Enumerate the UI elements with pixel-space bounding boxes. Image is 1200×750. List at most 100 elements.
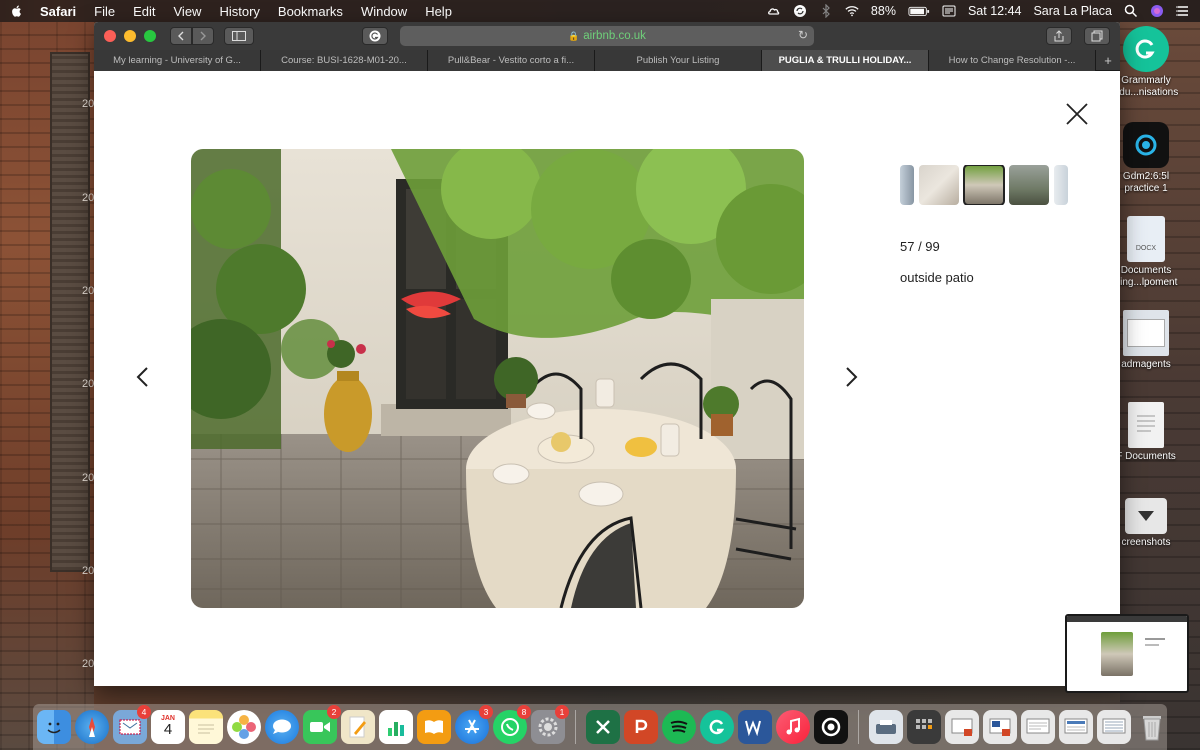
dock-photos[interactable] — [227, 710, 261, 744]
menu-history[interactable]: History — [219, 4, 259, 19]
patio-photo-illustration — [191, 149, 804, 608]
dock-itunes[interactable] — [776, 710, 810, 744]
menu-app-name[interactable]: Safari — [40, 4, 76, 19]
trash-icon — [1143, 716, 1161, 741]
sync-icon[interactable] — [793, 4, 807, 18]
wallpaper-text: 20 — [82, 378, 95, 390]
grammarly-extension-button[interactable] — [362, 27, 388, 45]
dock-powerpoint[interactable] — [624, 710, 658, 744]
show-sidebar-button[interactable] — [224, 27, 254, 45]
printer-icon — [876, 720, 896, 734]
zoom-window-button[interactable] — [144, 30, 156, 42]
screenshot-file-icon — [1123, 310, 1169, 356]
dock-camera-app[interactable] — [814, 710, 848, 744]
input-menu-icon[interactable] — [942, 4, 956, 18]
show-all-tabs-button[interactable] — [1084, 27, 1110, 45]
siri-icon[interactable] — [1150, 4, 1164, 18]
dock-downloads[interactable] — [869, 710, 903, 744]
wallpaper-text: 20 — [82, 565, 95, 577]
thumbnail[interactable] — [1054, 165, 1068, 205]
tab-puglia-trulli[interactable]: PUGLIA & TRULLI HOLIDAY... — [762, 50, 929, 71]
dock-mail[interactable]: 4 — [113, 705, 151, 744]
close-icon[interactable] — [1064, 101, 1090, 127]
dock-spotify[interactable] — [662, 710, 696, 744]
tab-publish-listing[interactable]: Publish Your Listing — [595, 50, 762, 71]
document-preview-icon — [1026, 718, 1050, 734]
dock-recent-document[interactable] — [1097, 710, 1131, 744]
tab-label: My learning - University of G... — [113, 55, 241, 66]
dock-notes[interactable] — [189, 710, 223, 744]
dock-grammarly[interactable] — [700, 710, 734, 744]
dock-trash[interactable] — [1135, 710, 1169, 744]
user-name[interactable]: Sara La Placa — [1033, 4, 1112, 18]
system-preferences-badge: 1 — [555, 705, 569, 719]
minimize-window-button[interactable] — [124, 30, 136, 42]
previous-photo-button[interactable] — [134, 363, 152, 391]
close-window-button[interactable] — [104, 30, 116, 42]
tab-my-learning[interactable]: My learning - University of G... — [94, 50, 261, 71]
notification-center-icon[interactable] — [1176, 4, 1190, 18]
tab-label: How to Change Resolution -... — [948, 55, 1076, 66]
menu-help[interactable]: Help — [425, 4, 452, 19]
dock-excel[interactable] — [586, 710, 620, 744]
dock-calculator[interactable] — [907, 710, 941, 744]
thumbnail[interactable] — [900, 165, 914, 205]
document-file-icon — [1128, 402, 1164, 448]
menu-file[interactable]: File — [94, 4, 115, 19]
dock-system-preferences[interactable]: 1 — [531, 705, 569, 744]
pen-document-icon — [349, 716, 366, 738]
powerpoint-icon — [635, 719, 648, 733]
dock-finder[interactable] — [37, 710, 71, 744]
bar-chart-icon — [388, 722, 404, 736]
share-button[interactable] — [1046, 27, 1072, 45]
dock-recent-document[interactable] — [1021, 710, 1055, 744]
wallpaper-shutter — [50, 52, 90, 572]
notes-icon — [198, 724, 214, 734]
window-toolbar: 🔒 airbnb.co.uk ↻ — [94, 22, 1120, 50]
dock-messages[interactable] — [265, 710, 299, 744]
thumbnail[interactable] — [919, 165, 959, 205]
compass-icon — [89, 717, 95, 737]
back-button[interactable] — [170, 27, 192, 45]
dock-pages[interactable] — [341, 710, 375, 744]
forward-button[interactable] — [192, 27, 214, 45]
tab-course[interactable]: Course: BUSI-1628-M01-20... — [261, 50, 428, 71]
dock-facetime[interactable]: 2 — [303, 705, 341, 744]
bluetooth-icon[interactable] — [819, 4, 833, 18]
tab-change-resolution[interactable]: How to Change Resolution -... — [929, 50, 1096, 71]
menu-edit[interactable]: Edit — [133, 4, 155, 19]
thumbnail[interactable] — [1009, 165, 1049, 205]
history-navigation — [170, 27, 214, 45]
mail-badge: 4 — [137, 705, 151, 719]
dock-whatsapp[interactable]: 8 — [493, 705, 531, 744]
wifi-icon[interactable] — [845, 4, 859, 18]
cloud-sync-icon[interactable] — [767, 4, 781, 18]
dock-safari[interactable] — [75, 710, 109, 744]
dock-books[interactable] — [417, 710, 451, 744]
speech-bubble-icon — [273, 719, 291, 734]
thumbnail-selected[interactable] — [963, 165, 1005, 205]
clock[interactable]: Sat 12:44 — [968, 4, 1022, 18]
battery-icon[interactable] — [908, 4, 930, 18]
new-tab-button[interactable]: + — [1096, 50, 1120, 70]
dock-app-store[interactable]: 3 — [455, 705, 493, 744]
screenshot-preview[interactable] — [1065, 614, 1189, 693]
wallpaper-text: 20 — [82, 472, 95, 484]
reload-icon[interactable]: ↻ — [798, 28, 808, 42]
dock-recent-document[interactable] — [1059, 710, 1093, 744]
menu-window[interactable]: Window — [361, 4, 407, 19]
photos-pinwheel-icon — [232, 715, 256, 739]
dock-calendar[interactable]: JAN 4 — [151, 710, 185, 744]
menu-view[interactable]: View — [174, 4, 202, 19]
dock-numbers[interactable] — [379, 710, 413, 744]
address-bar[interactable]: 🔒 airbnb.co.uk ↻ — [400, 26, 814, 46]
apple-icon[interactable] — [10, 4, 24, 18]
keypad-icon — [916, 719, 932, 729]
next-photo-button[interactable] — [842, 363, 860, 391]
dock-recent-document[interactable] — [983, 710, 1017, 744]
spotlight-search-icon[interactable] — [1124, 4, 1138, 18]
tab-pull-and-bear[interactable]: Pull&Bear - Vestito corto a fi... — [428, 50, 595, 71]
menu-bookmarks[interactable]: Bookmarks — [278, 4, 343, 19]
dock-recent-document[interactable] — [945, 710, 979, 744]
dock-word[interactable] — [738, 710, 772, 744]
